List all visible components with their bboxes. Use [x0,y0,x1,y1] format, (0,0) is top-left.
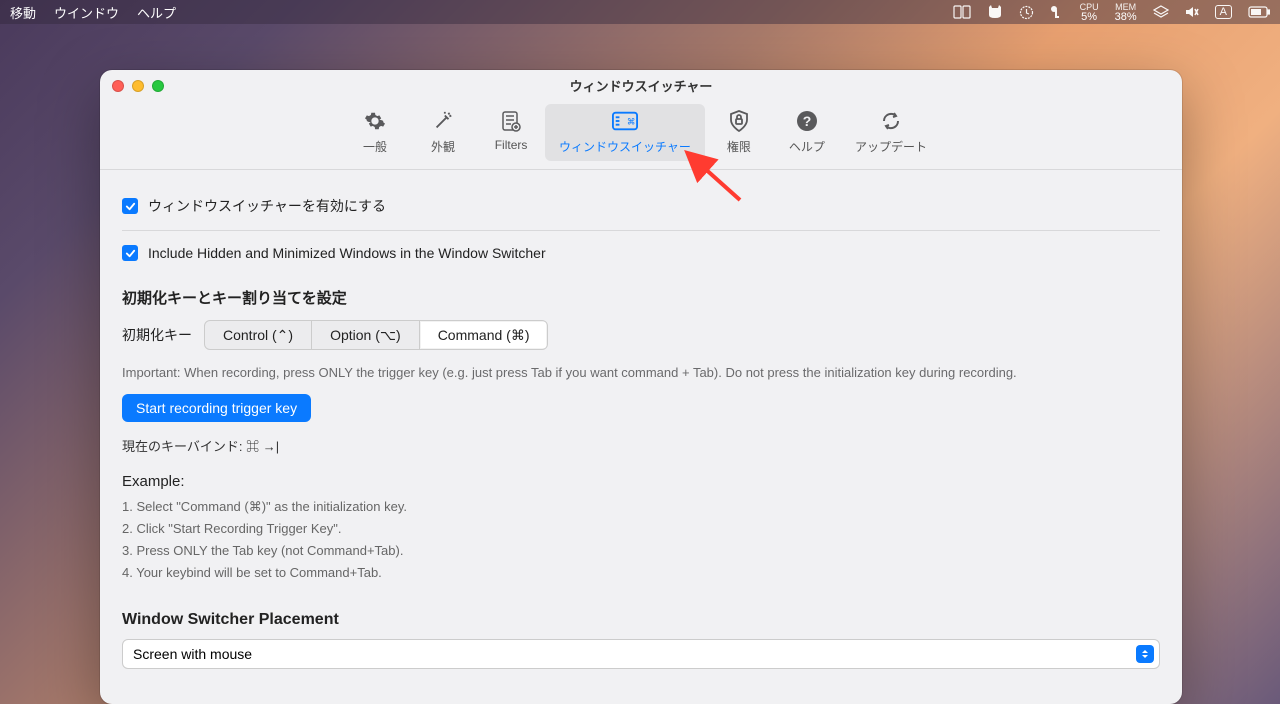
keyboard-icon[interactable] [953,5,971,19]
example-step-2: 2. Click "Start Recording Trigger Key". [122,518,1160,540]
content-pane: ウィンドウスイッチャーを有効にする Include Hidden and Min… [100,170,1182,704]
menubar: 移動 ウインドウ ヘルプ CPU5% MEM38% A [0,0,1280,24]
toolbar: 一般 外観 Filters ⌘ ウィンドウスイッチャー 権限 ? ヘルプ アップ… [100,100,1182,170]
tab-filters[interactable]: Filters [477,104,545,161]
tab-help-label: ヘルプ [789,138,825,155]
minimize-button[interactable] [132,80,144,92]
menu-window[interactable]: ウインドウ [54,3,119,22]
seg-option[interactable]: Option (⌥) [312,321,420,349]
tab-appearance[interactable]: 外観 [409,104,477,161]
tab-updates[interactable]: アップデート [841,104,941,161]
menu-move[interactable]: 移動 [10,3,36,22]
init-key-segmented: Control (⌃) Option (⌥) Command (⌘) [204,320,548,350]
placement-select-wrap: Screen with mouse [122,639,1160,669]
wand-icon [430,108,456,134]
input-source-badge[interactable]: A [1215,5,1232,19]
tab-updates-label: アップデート [855,138,927,155]
placement-head: Window Switcher Placement [122,611,1160,629]
current-keybind: 現在のキーバインド: ⌘ →| [122,436,1160,455]
close-button[interactable] [112,80,124,92]
example-step-4: 4. Your keybind will be set to Command+T… [122,562,1160,584]
battery-icon[interactable] [1248,6,1270,18]
update-icon [878,108,904,134]
switcher-icon: ⌘ [612,108,638,134]
titlebar: ウィンドウスイッチャー [100,70,1182,100]
window-title: ウィンドウスイッチャー [570,76,713,95]
tab-permissions[interactable]: 権限 [705,104,773,161]
tab-general[interactable]: 一般 [341,104,409,161]
gear-icon [362,108,388,134]
zoom-button[interactable] [152,80,164,92]
mute-icon[interactable] [1185,5,1199,19]
init-key-label: 初期化キー [122,325,192,345]
tab-permissions-label: 権限 [727,138,751,155]
init-key-row: 初期化キー Control (⌃) Option (⌥) Command (⌘) [122,320,1160,350]
checkbox-checked-icon[interactable] [122,245,138,261]
example-head: Example: [122,473,1160,490]
example-step-3: 3. Press ONLY the Tab key (not Command+T… [122,540,1160,562]
cpu-stat: CPU5% [1080,2,1099,22]
tab-general-label: 一般 [363,138,387,155]
init-section-head: 初期化キーとキー割り当てを設定 [122,287,1160,308]
seg-command[interactable]: Command (⌘) [420,321,548,349]
help-icon: ? [794,108,820,134]
clock-icon[interactable] [1019,5,1034,20]
layers-icon[interactable] [1153,5,1169,19]
tab-filters-label: Filters [495,138,528,152]
start-recording-button[interactable]: Start recording trigger key [122,394,311,422]
cat-icon[interactable] [987,5,1003,19]
enable-switcher-label: ウィンドウスイッチャーを有効にする [148,196,386,216]
example-step-1: 1. Select "Command (⌘)" as the initializ… [122,496,1160,518]
tab-window-switcher[interactable]: ⌘ ウィンドウスイッチャー [545,104,705,161]
svg-text:?: ? [803,113,812,129]
mem-stat: MEM38% [1115,2,1137,22]
svg-text:⌘: ⌘ [627,117,635,127]
include-hidden-label: Include Hidden and Minimized Windows in … [148,245,546,261]
recording-note: Important: When recording, press ONLY th… [122,364,1160,382]
tab-window-switcher-label: ウィンドウスイッチャー [559,138,691,155]
tab-appearance-label: 外観 [431,138,455,155]
menu-help[interactable]: ヘルプ [137,3,176,22]
seg-control[interactable]: Control (⌃) [205,321,312,349]
placement-select[interactable]: Screen with mouse [122,639,1160,669]
shield-icon [726,108,752,134]
checkbox-checked-icon[interactable] [122,198,138,214]
include-hidden-row[interactable]: Include Hidden and Minimized Windows in … [122,231,1160,269]
enable-switcher-row[interactable]: ウィンドウスイッチャーを有効にする [122,192,1160,231]
key-icon[interactable] [1050,5,1064,19]
tab-help[interactable]: ? ヘルプ [773,104,841,161]
filter-icon [498,108,524,134]
traffic-lights [112,80,164,92]
menubar-right: CPU5% MEM38% A [953,2,1270,22]
preferences-window: ウィンドウスイッチャー 一般 外観 Filters ⌘ ウィンドウスイッチャー … [100,70,1182,704]
example-steps: 1. Select "Command (⌘)" as the initializ… [122,496,1160,584]
menubar-left: 移動 ウインドウ ヘルプ [10,3,176,22]
